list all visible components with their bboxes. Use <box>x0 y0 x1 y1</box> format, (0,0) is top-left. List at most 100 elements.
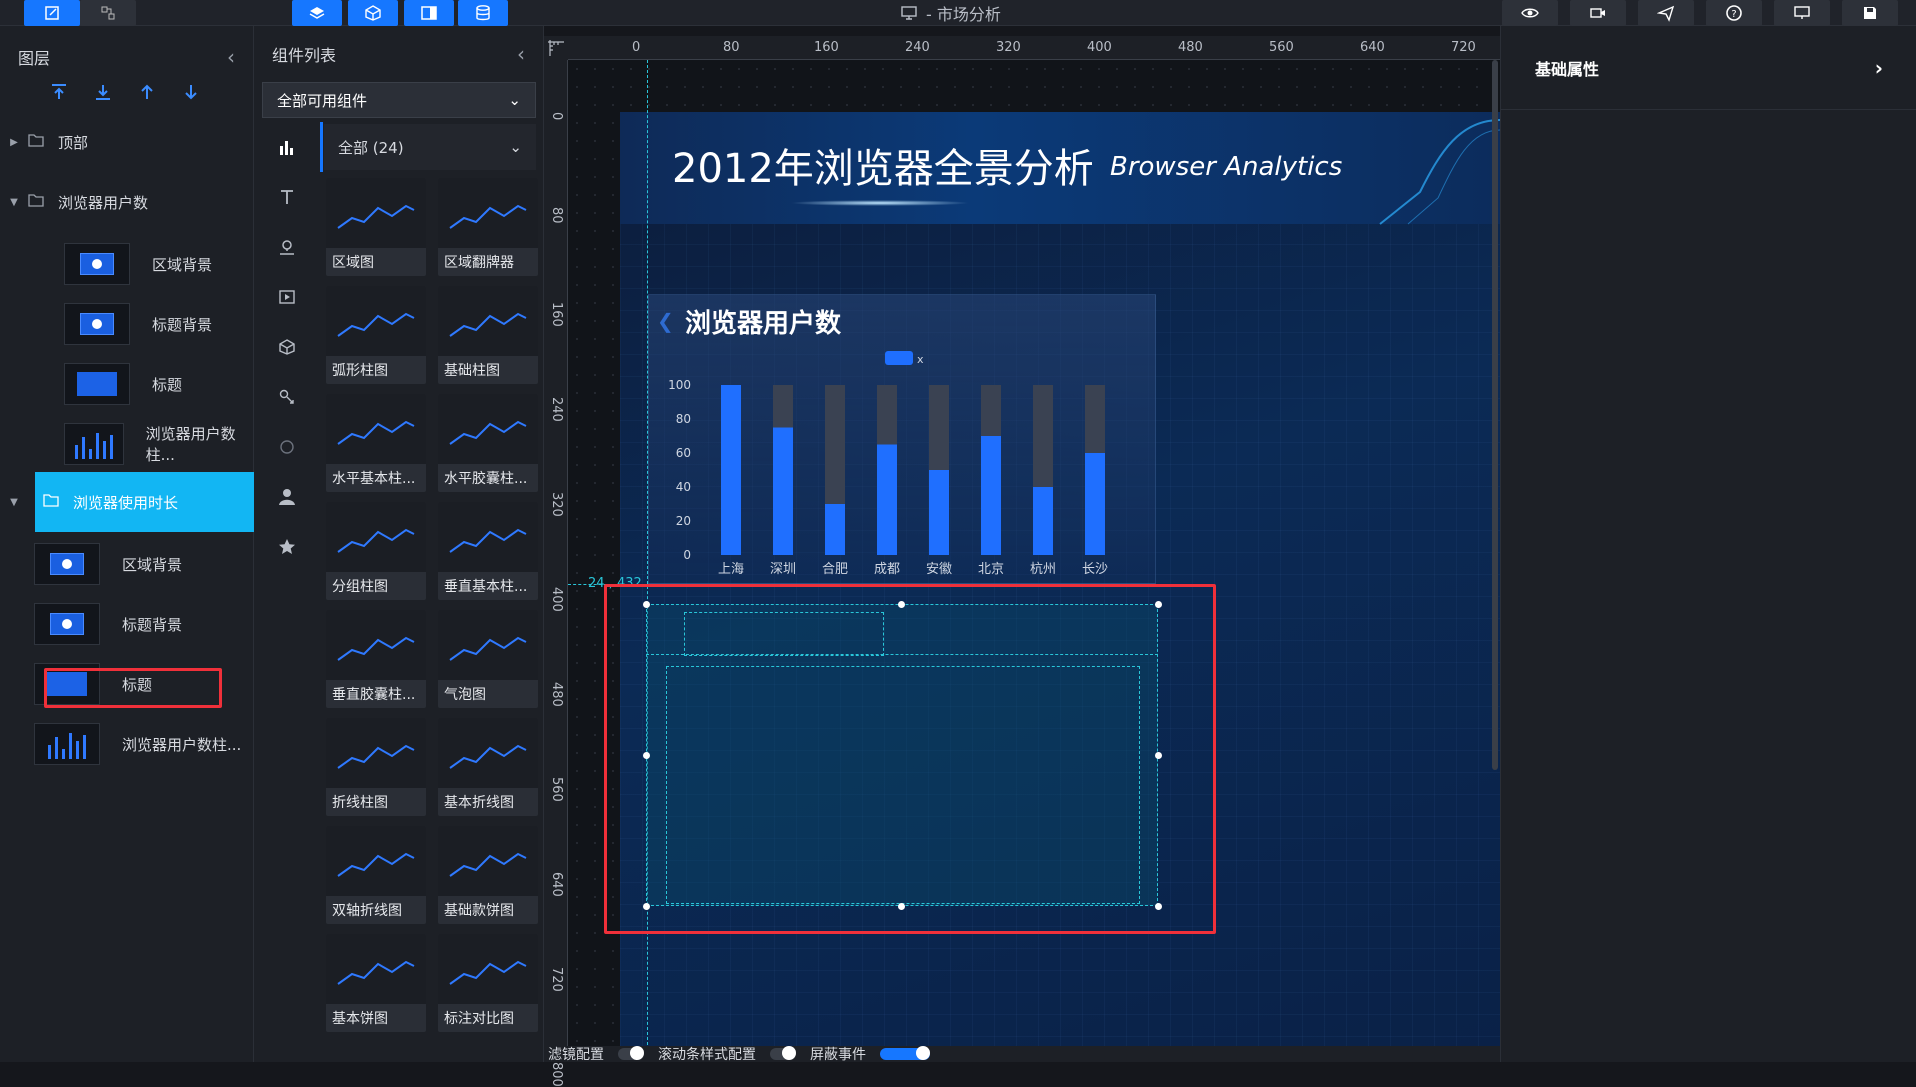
properties-panel: 基础属性 › <box>1500 26 1916 1062</box>
component-preview-icon <box>326 502 426 572</box>
bar <box>981 436 1001 555</box>
component-card[interactable]: 分组柱图 <box>326 502 426 600</box>
component-card[interactable]: 基本折线图 <box>438 718 538 816</box>
ruler-tick-label: 400 <box>549 587 564 612</box>
bar-chart-icon <box>48 729 86 759</box>
category-interaction[interactable] <box>254 374 320 420</box>
collapse-caret-icon[interactable]: ▼ <box>0 197 28 208</box>
data-source-toggle-button[interactable] <box>458 0 508 26</box>
move-down-icon[interactable] <box>180 81 202 103</box>
scrollbar-style-toggle[interactable] <box>770 1046 796 1060</box>
layer-folder-top[interactable]: ▶ 顶部 <box>0 112 254 172</box>
layer-item[interactable]: 区域背景 <box>64 234 212 294</box>
publish-button[interactable] <box>1638 0 1694 26</box>
collapse-caret-icon[interactable]: ▼ <box>0 497 28 508</box>
layer-item[interactable]: 区域背景 <box>34 534 182 594</box>
ruler-tick-label: 320 <box>996 40 1021 55</box>
dashboard-subtitle[interactable]: Browser Analytics <box>1110 152 1342 182</box>
category-user[interactable] <box>254 474 320 520</box>
ruler-tick-label: 160 <box>814 40 839 55</box>
category-text[interactable] <box>254 174 320 220</box>
properties-toggle-button[interactable] <box>404 0 454 26</box>
category-favorites[interactable] <box>254 524 320 570</box>
component-card[interactable]: 弧形柱图 <box>326 286 426 384</box>
component-card[interactable]: 垂直胶囊柱... <box>326 610 426 708</box>
expand-caret-icon[interactable]: ▶ <box>0 137 28 148</box>
move-up-icon[interactable] <box>136 81 158 103</box>
layer-item[interactable]: 标题 <box>64 354 182 414</box>
category-media[interactable] <box>254 274 320 320</box>
preview-button[interactable] <box>1502 0 1558 26</box>
component-card[interactable]: 标注对比图 <box>438 934 538 1032</box>
y-tick-label: 0 <box>683 548 691 562</box>
send-icon <box>1657 5 1675 22</box>
component-card[interactable]: 区域图 <box>326 178 426 276</box>
horizontal-ruler[interactable]: 0 80 160 240 320 400 480 560 640 720 <box>568 36 1500 60</box>
component-card-label: 基本饼图 <box>332 1011 388 1027</box>
save-button[interactable] <box>1842 0 1898 26</box>
component-card[interactable]: 水平基本柱... <box>326 394 426 492</box>
component-preview-icon <box>326 394 426 464</box>
component-preview-icon <box>438 394 538 464</box>
ruler-corner[interactable] <box>544 36 568 60</box>
dashboard-title[interactable]: 2012年浏览器全景分析 <box>672 136 1094 194</box>
component-card[interactable]: 基础款饼图 <box>438 826 538 924</box>
component-card[interactable]: 双轴折线图 <box>326 826 426 924</box>
component-card-label: 分组柱图 <box>332 579 388 595</box>
component-card[interactable]: 折线柱图 <box>326 718 426 816</box>
component-card-label: 基础款饼图 <box>444 903 514 919</box>
category-3d[interactable] <box>254 324 320 370</box>
layer-item-label: 浏览器用户数柱... <box>122 735 242 754</box>
layer-item-label: 标题背景 <box>122 615 183 634</box>
layer-folder-browser-users[interactable]: ▼ 浏览器用户数 <box>0 172 254 232</box>
components-panel-header: 组件列表 ‹ <box>254 26 543 82</box>
ruler-tick-label: 720 <box>1451 40 1476 55</box>
collapse-layers-icon[interactable]: ‹ <box>227 45 235 69</box>
record-button[interactable] <box>1570 0 1626 26</box>
layer-item[interactable]: 标题背景 <box>64 294 212 354</box>
collapse-components-icon[interactable]: ‹ <box>517 42 525 66</box>
ruler-tick-label: 640 <box>549 872 564 897</box>
component-card[interactable]: 垂直基本柱... <box>438 502 538 600</box>
component-card-label: 折线柱图 <box>332 795 388 811</box>
component-card[interactable]: 基本饼图 <box>326 934 426 1032</box>
move-to-top-icon[interactable] <box>48 81 70 103</box>
layer-item-label: 标题背景 <box>152 315 213 334</box>
component-preview-icon <box>438 610 538 680</box>
image-icon <box>80 253 114 275</box>
chevron-right-icon: › <box>1874 55 1883 80</box>
component-card[interactable]: 气泡图 <box>438 610 538 708</box>
component-filter-select[interactable]: 全部可用组件 ⌄ <box>262 82 536 118</box>
layer-thumbnail <box>64 303 130 345</box>
filter-config-toggle[interactable] <box>618 1046 644 1060</box>
component-card-label: 基础柱图 <box>444 363 500 379</box>
properties-header[interactable]: 基础属性 › <box>1501 26 1916 110</box>
component-card[interactable]: 水平胶囊柱... <box>438 394 538 492</box>
category-chart[interactable] <box>254 124 320 170</box>
move-to-bottom-icon[interactable] <box>92 81 114 103</box>
help-button[interactable]: ? <box>1706 0 1762 26</box>
layer-item[interactable]: 浏览器用户数柱... <box>64 414 253 474</box>
layer-item[interactable]: 浏览器用户数柱... <box>34 714 241 774</box>
component-card[interactable]: 基础柱图 <box>438 286 538 384</box>
vertical-ruler[interactable]: 0 80 160 240 320 400 480 560 640 720 800 <box>544 60 568 1087</box>
canvas-scrollbar[interactable] <box>1492 60 1498 770</box>
category-active-indicator <box>320 122 323 172</box>
layer-folder-browser-duration[interactable]: 浏览器使用时长 <box>35 472 254 532</box>
category-select[interactable]: 全部 (24) ⌄ <box>324 124 536 170</box>
layer-item[interactable]: 标题背景 <box>34 594 182 654</box>
preview-mode-button[interactable] <box>80 0 136 26</box>
x-tick-label: 成都 <box>874 562 900 577</box>
y-tick-label: 80 <box>676 412 691 426</box>
category-map[interactable] <box>254 224 320 270</box>
components-toggle-button[interactable] <box>348 0 398 26</box>
component-card[interactable]: 区域翻牌器 <box>438 178 538 276</box>
ruler-tick-label: 240 <box>905 40 930 55</box>
layers-toggle-button[interactable] <box>292 0 342 26</box>
edit-button[interactable] <box>24 0 80 26</box>
top-toolbar: - 市场分析 ? <box>0 0 1916 26</box>
category-other[interactable] <box>254 424 320 470</box>
browser-users-widget[interactable]: ❮ 浏览器用户数 x 0 20 40 60 80 100 上海 深圳 合肥 成都 安徽 北京 杭州 长沙 <box>648 294 1156 584</box>
screen-button[interactable] <box>1774 0 1830 26</box>
mask-events-toggle[interactable] <box>880 1046 930 1060</box>
